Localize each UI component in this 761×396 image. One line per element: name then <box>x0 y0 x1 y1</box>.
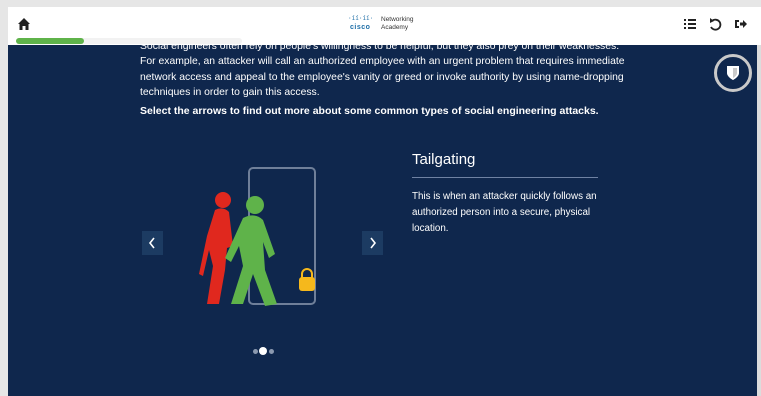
slide-description: This is when an attacker quickly follows… <box>412 191 597 234</box>
scrollbar[interactable] <box>757 45 761 396</box>
instruction-text: Select the arrows to find out more about… <box>140 105 599 117</box>
content-panel: Social engineers often rely on people's … <box>8 45 761 396</box>
progress-bar-fill <box>16 38 84 44</box>
brand-line-networking: Networking <box>381 16 414 23</box>
carousel-pagination <box>253 347 283 355</box>
title-divider <box>412 177 598 178</box>
cisco-wordmark: cisco <box>350 24 371 31</box>
tailgating-illustration <box>193 166 333 311</box>
slide-title: Tailgating <box>412 151 476 168</box>
pagination-dot-2[interactable] <box>259 347 267 355</box>
progress-bar <box>16 38 242 44</box>
pagination-dot-3[interactable] <box>269 349 274 354</box>
exit-icon[interactable] <box>733 16 749 32</box>
brand-line-academy: Academy <box>381 24 409 31</box>
list-icon[interactable] <box>682 16 698 32</box>
cisco-networking-academy-logo: ·íí·íí· cisco Networking Academy <box>342 13 452 39</box>
carousel-previous-button[interactable] <box>142 231 163 255</box>
pagination-dot-1[interactable] <box>253 349 258 354</box>
top-bar: ·íí·íí· cisco Networking Academy <box>8 7 761 45</box>
padlock <box>299 268 315 291</box>
home-icon[interactable] <box>16 16 32 32</box>
shield-badge-button[interactable] <box>714 54 752 92</box>
app-frame: ·íí·íí· cisco Networking Academy Social … <box>0 0 761 396</box>
person-green <box>225 196 277 306</box>
cisco-bars-glyph: ·íí·íí· <box>348 15 374 22</box>
undo-icon[interactable] <box>707 16 723 32</box>
carousel-next-button[interactable] <box>362 231 383 255</box>
person-red <box>199 192 233 304</box>
intro-paragraph: Social engineers often rely on people's … <box>140 45 625 98</box>
